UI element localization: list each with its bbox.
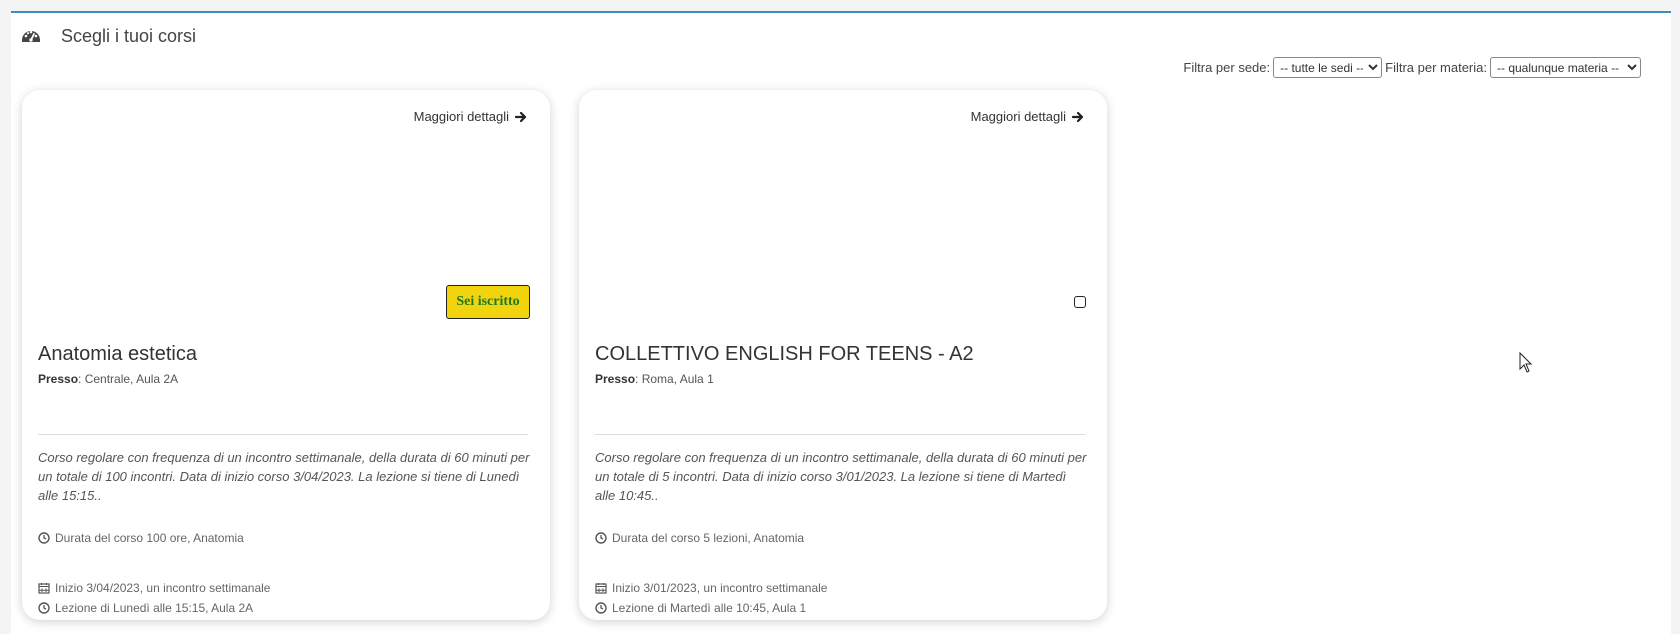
location-label: Presso [38, 372, 79, 386]
course-start: Inizio 3/04/2023, un incontro settimanal… [38, 581, 270, 595]
clock-icon [38, 602, 50, 614]
clock-icon [595, 602, 607, 614]
course-lesson: Lezione di Lunedì alle 15:15, Aula 2A [38, 601, 253, 615]
clock-icon [38, 532, 50, 544]
start-text: Inizio 3/04/2023, un incontro settimanal… [55, 581, 271, 595]
details-link[interactable]: Maggiori dettagli [971, 109, 1085, 124]
page-title: Scegli i tuoi corsi [61, 25, 197, 46]
course-start: Inizio 3/01/2023, un incontro settimanal… [595, 581, 827, 595]
details-link-label: Maggiori dettagli [413, 109, 509, 124]
location-value: : Centrale, Aula 2A [78, 372, 179, 386]
course-location: Presso: Roma, Aula 1 [595, 372, 714, 386]
lesson-text: Lezione di Martedì alle 10:45, Aula 1 [612, 601, 807, 615]
duration-text: Durata del corso 5 lezioni, Anatomia [612, 531, 805, 545]
course-description: Corso regolare con frequenza di un incon… [595, 450, 1087, 503]
arrow-right-icon [514, 110, 528, 124]
course-duration: Durata del corso 100 ore, Anatomia [38, 531, 244, 545]
filter-materia-label: Filtra per materia: [1385, 60, 1487, 75]
mouse-cursor-icon [1519, 351, 1533, 379]
course-card: Maggiori dettagli Sei iscritto Anatomia … [22, 90, 550, 620]
course-title: Anatomia estetica [38, 343, 197, 365]
details-link-label: Maggiori dettagli [970, 109, 1066, 124]
enroll-checkbox[interactable] [1074, 296, 1086, 308]
calendar-icon [595, 582, 607, 594]
filter-materia-select[interactable]: -- qualunque materia -- [1490, 57, 1641, 78]
filter-sede-label: Filtra per sede: [1183, 60, 1271, 75]
location-value: : Roma, Aula 1 [635, 372, 714, 386]
course-duration: Durata del corso 5 lezioni, Anatomia [595, 531, 804, 545]
course-description: Corso regolare con frequenza di un incon… [38, 450, 530, 503]
arrow-right-icon [1071, 110, 1085, 124]
clock-icon [595, 532, 607, 544]
dashboard-icon [21, 26, 41, 46]
divider [38, 434, 528, 435]
details-link[interactable]: Maggiori dettagli [414, 109, 528, 124]
divider [595, 434, 1085, 435]
enrolled-badge: Sei iscritto [446, 285, 530, 319]
course-card: Maggiori dettagli COLLETTIVO ENGLISH FOR… [579, 90, 1107, 620]
course-lesson: Lezione di Martedì alle 10:45, Aula 1 [595, 601, 806, 615]
duration-text: Durata del corso 100 ore, Anatomia [55, 531, 244, 545]
calendar-icon [38, 582, 50, 594]
filters-bar: Filtra per sede: -- tutte le sedi -- Fil… [1183, 57, 1641, 78]
panel-header: Scegli i tuoi corsi [21, 23, 196, 49]
lesson-text: Lezione di Lunedì alle 15:15, Aula 2A [55, 601, 254, 615]
location-label: Presso [595, 372, 636, 386]
courses-panel: Scegli i tuoi corsi Filtra per sede: -- … [11, 11, 1671, 634]
course-title: COLLETTIVO ENGLISH FOR TEENS - A2 [595, 343, 974, 365]
start-text: Inizio 3/01/2023, un incontro settimanal… [612, 581, 828, 595]
filter-sede-select[interactable]: -- tutte le sedi -- [1273, 57, 1383, 78]
course-location: Presso: Centrale, Aula 2A [38, 372, 178, 386]
